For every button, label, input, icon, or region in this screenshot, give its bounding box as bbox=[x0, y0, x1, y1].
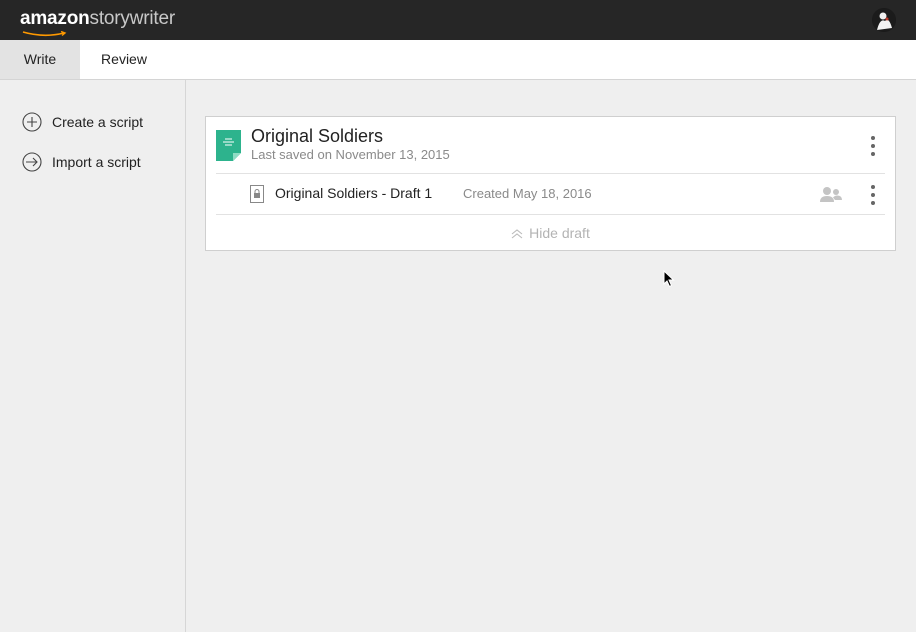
divider bbox=[216, 214, 885, 215]
mouse-cursor-icon bbox=[663, 270, 675, 288]
plus-circle-icon bbox=[22, 112, 42, 132]
create-script-label: Create a script bbox=[52, 114, 144, 130]
script-more-options-icon[interactable] bbox=[869, 136, 877, 158]
script-last-saved: Last saved on November 13, 2015 bbox=[251, 147, 450, 162]
divider bbox=[216, 173, 885, 174]
hide-draft-label: Hide draft bbox=[529, 225, 590, 241]
user-avatar[interactable] bbox=[872, 8, 896, 32]
import-arrow-icon bbox=[22, 152, 42, 172]
double-chevron-up-icon bbox=[511, 229, 523, 239]
avatar-icon bbox=[872, 8, 896, 32]
top-bar: amazonstorywriter bbox=[0, 0, 916, 40]
logo-smile-icon bbox=[22, 31, 67, 37]
tab-review[interactable]: Review bbox=[80, 40, 168, 79]
logo-product: storywriter bbox=[89, 8, 176, 29]
script-card: Original Soldiers Last saved on November… bbox=[205, 116, 896, 251]
draft-title[interactable]: Original Soldiers - Draft 1 bbox=[275, 185, 432, 201]
tab-bar: Write Review bbox=[0, 40, 916, 80]
hide-draft-button[interactable]: Hide draft bbox=[206, 225, 895, 241]
collaborators-icon[interactable] bbox=[820, 186, 842, 204]
logo-brand: amazon bbox=[20, 8, 90, 29]
sidebar: Create a script Import a script bbox=[0, 80, 186, 632]
draft-lock-icon bbox=[250, 185, 264, 203]
draft-created-date: Created May 18, 2016 bbox=[463, 186, 592, 201]
app-logo[interactable]: amazonstorywriter bbox=[20, 8, 176, 37]
import-script-button[interactable]: Import a script bbox=[22, 151, 141, 173]
tab-write[interactable]: Write bbox=[0, 40, 80, 79]
script-document-icon[interactable] bbox=[216, 130, 241, 161]
script-title[interactable]: Original Soldiers bbox=[251, 126, 383, 147]
draft-more-options-icon[interactable] bbox=[869, 185, 877, 207]
create-script-button[interactable]: Create a script bbox=[22, 111, 143, 133]
import-script-label: Import a script bbox=[52, 154, 141, 170]
